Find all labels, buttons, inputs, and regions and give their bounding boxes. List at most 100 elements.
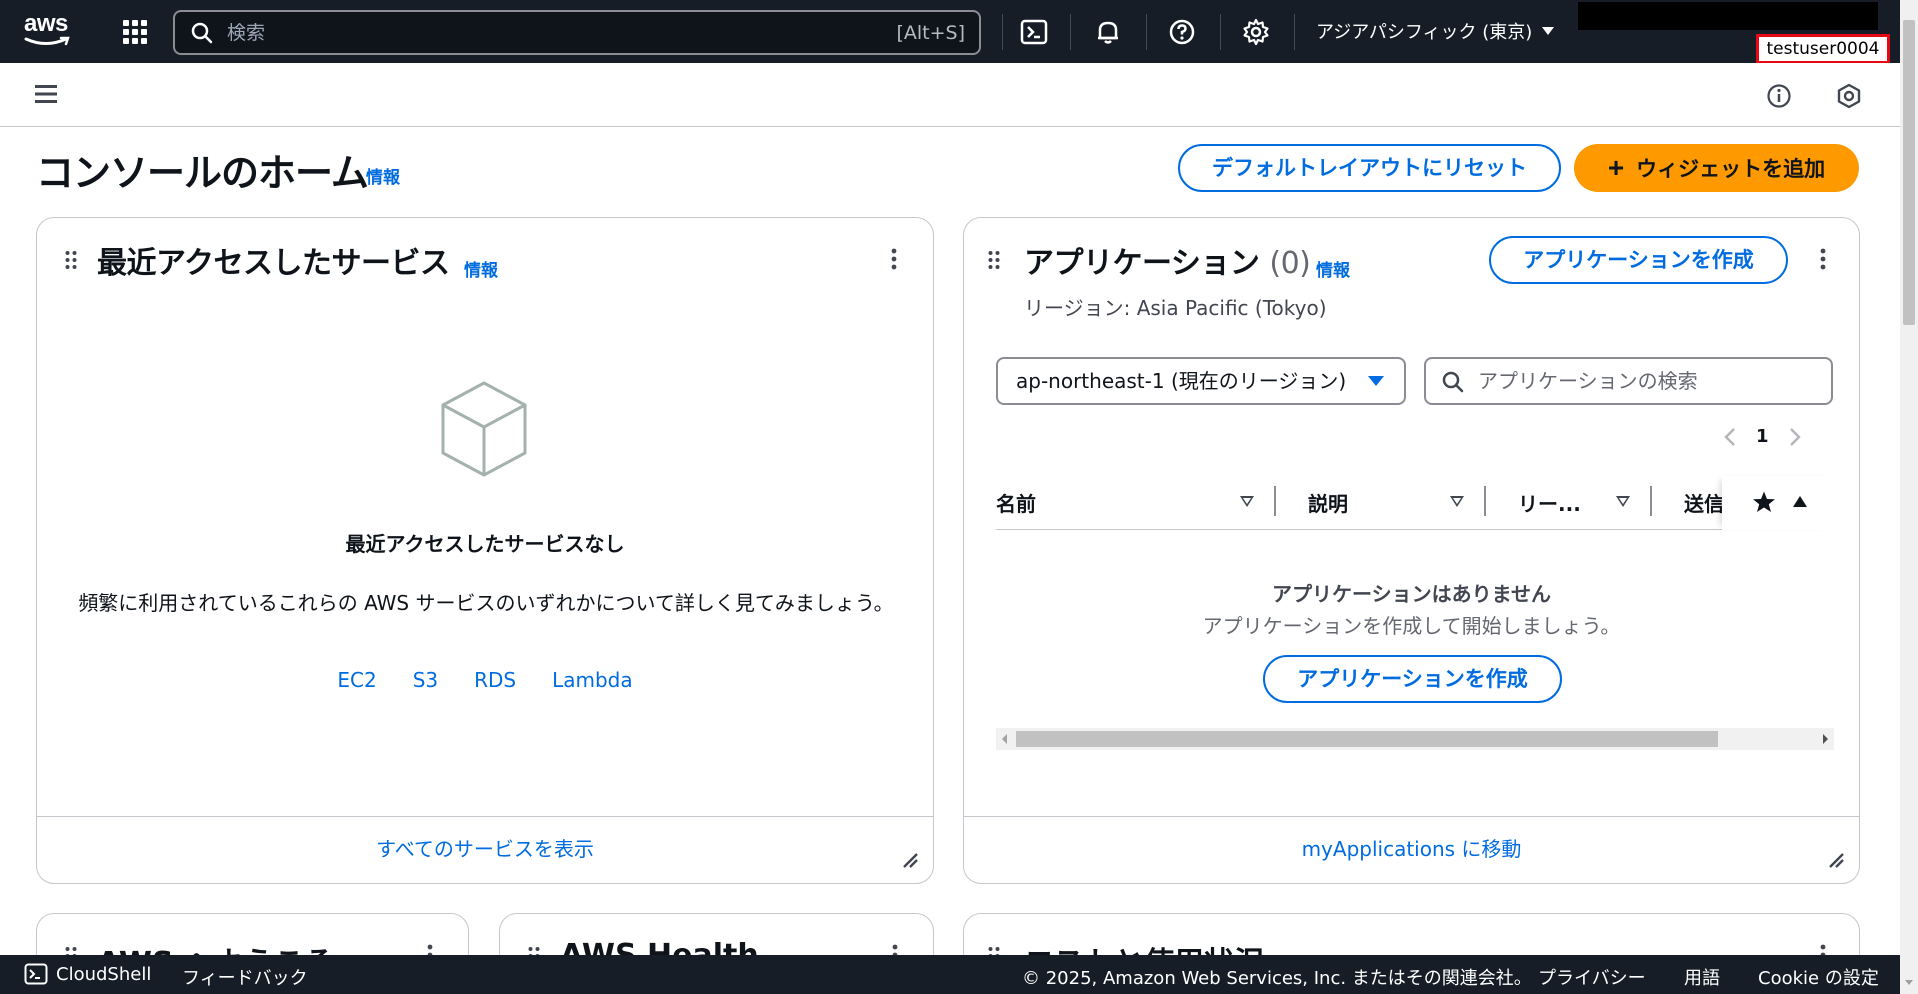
chevron-left-icon[interactable] <box>1724 427 1736 447</box>
view-all-services-link[interactable]: すべてのサービスを表示 <box>376 837 594 861</box>
nav-divider <box>1220 14 1221 50</box>
no-applications-description: アプリケーションを作成して開始しましょう。 <box>1202 614 1621 638</box>
copyright-text: © 2025, Amazon Web Services, Inc. またはその関… <box>1022 968 1532 989</box>
recent-footer: すべてのサービスを表示 <box>37 816 933 883</box>
column-divider[interactable] <box>1650 486 1652 516</box>
service-link-ec2[interactable]: EC2 <box>337 668 376 692</box>
no-applications-title: アプリケーションはありません <box>1272 582 1551 606</box>
plus-icon: + <box>1607 152 1625 183</box>
applications-title-text: アプリケーション <box>1024 246 1260 281</box>
column-header-description[interactable]: 説明 <box>1308 488 1348 517</box>
apps-grid-icon[interactable] <box>122 19 148 45</box>
recent-services-title: 最近アクセスしたサービス <box>97 246 450 281</box>
drag-handle-icon[interactable] <box>988 250 1000 270</box>
application-search[interactable] <box>1424 357 1833 405</box>
add-widget-button[interactable]: + ウィジェットを追加 <box>1574 144 1859 192</box>
cloudshell-icon[interactable] <box>24 963 48 985</box>
nav-divider <box>1070 14 1071 50</box>
sort-ascending-icon[interactable] <box>1792 495 1808 508</box>
suggested-service-links: EC2 S3 RDS Lambda <box>37 668 933 692</box>
column-header-region[interactable]: リー... <box>1518 488 1581 517</box>
caret-down-icon <box>1542 26 1555 36</box>
nav-divider <box>1002 14 1003 50</box>
secondary-toolbar <box>0 63 1900 127</box>
nav-divider <box>1146 14 1147 50</box>
region-selector[interactable]: アジアパシフィック (東京) <box>1316 18 1555 44</box>
nav-divider <box>1294 14 1295 50</box>
applications-footer: myApplications に移動 <box>964 816 1859 883</box>
scrollbar-thumb[interactable] <box>1903 20 1915 325</box>
cloudshell-link[interactable]: CloudShell <box>56 964 151 985</box>
create-application-empty-button[interactable]: アプリケーションを作成 <box>1263 655 1562 703</box>
column-header-name[interactable]: 名前 <box>996 488 1036 517</box>
console-footer: CloudShell フィードバック © 2025, Amazon Web Se… <box>0 955 1900 994</box>
applications-info-link[interactable]: 情報 <box>1316 256 1350 281</box>
resize-handle-icon[interactable] <box>901 851 919 869</box>
chevron-right-icon[interactable] <box>1789 427 1801 447</box>
add-widget-label: ウィジェットを追加 <box>1636 158 1826 181</box>
scrollbar-thumb[interactable] <box>1016 731 1718 747</box>
terms-link[interactable]: 用語 <box>1684 964 1720 990</box>
info-icon[interactable] <box>1766 83 1792 109</box>
aws-logo[interactable]: aws <box>24 12 74 50</box>
search-icon <box>1442 371 1464 393</box>
applications-table-header: 名前 説明 リー... 送信元 <box>996 476 1834 530</box>
go-to-myapplications-link[interactable]: myApplications に移動 <box>1302 837 1522 861</box>
applications-title: アプリケーション (0) <box>1024 238 1311 282</box>
region-filter-select[interactable]: ap-northeast-1 (現在のリージョン) <box>996 357 1406 405</box>
bell-icon[interactable] <box>1094 18 1122 46</box>
privacy-link[interactable]: プライバシー <box>1538 964 1646 990</box>
page-number[interactable]: 1 <box>1756 426 1769 447</box>
username-label[interactable]: testuser0004 <box>1756 34 1890 64</box>
search-input[interactable] <box>227 18 827 48</box>
scroll-left-arrow-icon[interactable] <box>1002 734 1007 744</box>
cloudshell-icon[interactable] <box>1020 18 1048 46</box>
recent-info-link[interactable]: 情報 <box>464 256 498 281</box>
cube-icon <box>439 379 529 479</box>
recent-services-widget: 最近アクセスしたサービス 情報 最近アクセスしたサービスなし 頻繁に利用されてい… <box>36 217 934 884</box>
service-link-rds[interactable]: RDS <box>474 668 516 692</box>
region-filter-value: ap-northeast-1 (現在のリージョン) <box>1016 369 1347 393</box>
search-shortcut: [Alt+S] <box>896 22 965 44</box>
settings-hex-icon[interactable] <box>1836 83 1862 109</box>
more-options-icon[interactable] <box>1820 248 1826 270</box>
global-search[interactable]: [Alt+S] <box>173 10 981 55</box>
page-info-link[interactable]: 情報 <box>366 163 400 188</box>
help-icon[interactable] <box>1168 18 1196 46</box>
page-title: コンソールのホーム <box>36 151 369 195</box>
account-menu-redacted[interactable] <box>1578 2 1878 30</box>
service-link-s3[interactable]: S3 <box>413 668 438 692</box>
pagination: 1 <box>1724 426 1801 447</box>
top-navigation-bar: aws [Alt+S] アジ <box>0 0 1900 64</box>
sort-icon[interactable] <box>1616 496 1630 507</box>
cookie-settings-link[interactable]: Cookie の設定 <box>1758 964 1879 990</box>
resize-handle-icon[interactable] <box>1827 851 1845 869</box>
create-application-button[interactable]: アプリケーションを作成 <box>1489 236 1788 284</box>
column-divider[interactable] <box>1274 486 1276 516</box>
gear-icon[interactable] <box>1242 18 1270 46</box>
search-icon <box>191 22 213 44</box>
drag-handle-icon[interactable] <box>65 250 77 270</box>
caret-down-icon <box>1368 376 1384 386</box>
star-icon[interactable] <box>1752 490 1776 514</box>
aws-logo-text: aws <box>24 10 68 37</box>
applications-region-label: リージョン: Asia Pacific (Tokyo) <box>1024 296 1327 320</box>
sort-icon[interactable] <box>1450 496 1464 507</box>
applications-count: (0) <box>1269 246 1311 281</box>
menu-icon[interactable] <box>34 83 58 105</box>
applications-widget: アプリケーション (0) 情報 アプリケーションを作成 リージョン: Asia … <box>963 217 1860 884</box>
page-scrollbar[interactable] <box>1900 0 1918 994</box>
sort-icon[interactable] <box>1240 496 1254 507</box>
table-horizontal-scrollbar[interactable] <box>996 728 1834 750</box>
application-search-input[interactable] <box>1478 367 1818 395</box>
reset-layout-button[interactable]: デフォルトレイアウトにリセット <box>1178 144 1561 192</box>
aws-smile-icon <box>24 36 70 46</box>
column-divider[interactable] <box>1484 486 1486 516</box>
favorite-column <box>1722 476 1834 530</box>
recent-empty-description: 頻繁に利用されているこれらの AWS サービスのいずれかについて詳しく見てみまし… <box>78 591 894 615</box>
service-link-lambda[interactable]: Lambda <box>552 668 633 692</box>
scroll-down-arrow-icon[interactable] <box>1905 980 1913 985</box>
feedback-link[interactable]: フィードバック <box>182 964 308 990</box>
scroll-right-arrow-icon[interactable] <box>1823 734 1828 744</box>
more-options-icon[interactable] <box>891 248 897 270</box>
